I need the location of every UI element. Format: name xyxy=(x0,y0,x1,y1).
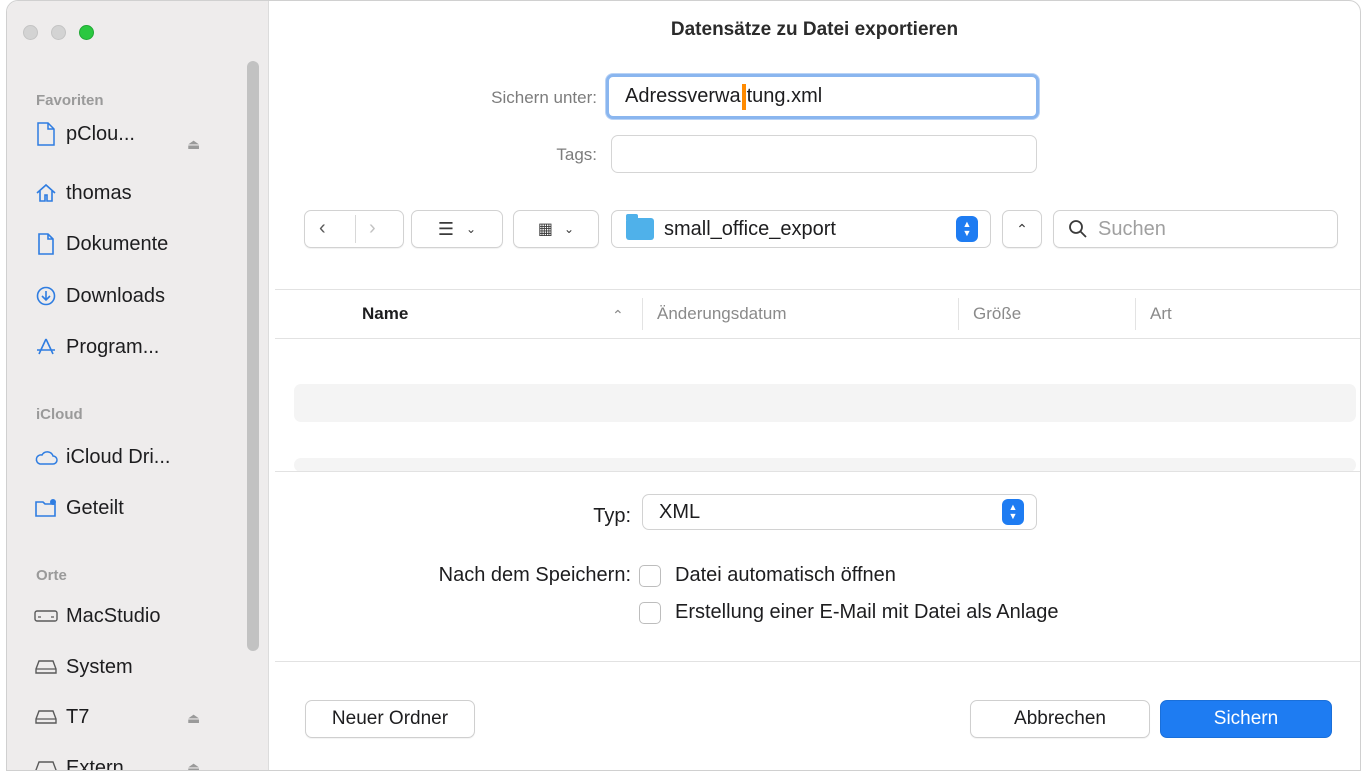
filename-text-start: Adressverwa xyxy=(625,85,741,107)
eject-icon[interactable]: ⏏ xyxy=(187,710,200,727)
tags-label: Tags: xyxy=(556,145,597,164)
sidebar-item-t7[interactable]: T7 xyxy=(34,702,89,732)
sidebar-item-thomas[interactable]: thomas xyxy=(34,178,132,208)
chevron-down-icon: ⌄ xyxy=(466,222,477,236)
sidebar-section-places: Orte xyxy=(36,567,67,584)
email-attachment-checkbox[interactable] xyxy=(639,601,661,624)
sidebar-item-pcloud[interactable]: pClou... xyxy=(34,119,135,149)
list-row-stripe xyxy=(294,458,1356,472)
list-view-icon: ☰ xyxy=(437,218,455,239)
sidebar-item-label: Program... xyxy=(66,335,160,358)
sidebar-item-label: thomas xyxy=(66,181,132,204)
grid-icon: ▦ xyxy=(537,221,553,238)
drive-icon xyxy=(34,756,58,770)
drive-icon xyxy=(34,705,58,729)
tags-input[interactable] xyxy=(611,135,1037,173)
email-attachment-option[interactable]: Erstellung einer E-Mail mit Datei als An… xyxy=(639,601,1059,624)
save-button[interactable]: Sichern xyxy=(1160,700,1332,738)
column-divider xyxy=(1135,298,1136,330)
segment-divider xyxy=(355,215,356,243)
auto-open-label: Datei automatisch öffnen xyxy=(675,564,896,586)
column-divider xyxy=(642,298,643,330)
sidebar: Favoriten pClou... ⏏ thomas Dokumente Do… xyxy=(7,1,269,771)
sidebar-item-programme[interactable]: Program... xyxy=(34,332,159,362)
auto-open-option[interactable]: Datei automatisch öffnen xyxy=(639,564,896,587)
email-attachment-label: Erstellung einer E-Mail mit Datei als An… xyxy=(675,601,1059,623)
chevron-down-icon: ⌄ xyxy=(564,222,575,236)
chevron-up-icon: ⌃ xyxy=(1016,220,1028,237)
text-caret xyxy=(741,83,746,110)
expand-collapse-button[interactable]: ⌃ xyxy=(1002,210,1042,248)
sidebar-item-label: MacStudio xyxy=(66,604,161,627)
group-button[interactable]: ▦ ⌄ xyxy=(513,210,599,248)
drive-icon xyxy=(34,655,58,679)
sidebar-item-geteilt[interactable]: Geteilt xyxy=(34,493,124,523)
forward-icon[interactable]: › xyxy=(369,217,376,240)
shared-folder-icon xyxy=(34,496,58,520)
popup-stepper-icon: ▲ ▼ xyxy=(956,216,978,242)
sidebar-section-icloud: iCloud xyxy=(36,406,83,423)
sidebar-item-label: Dokumente xyxy=(66,232,169,255)
column-kind[interactable]: Art xyxy=(1150,304,1172,324)
location-popup[interactable]: small_office_export ▲ ▼ xyxy=(611,210,991,248)
sidebar-item-dokumente[interactable]: Dokumente xyxy=(34,229,168,259)
sidebar-item-label: Extern... xyxy=(66,756,141,771)
sidebar-item-macstudio[interactable]: MacStudio xyxy=(34,601,161,631)
eject-icon[interactable]: ⏏ xyxy=(187,759,200,770)
sidebar-item-label: Geteilt xyxy=(66,496,124,519)
sidebar-item-system[interactable]: System xyxy=(34,652,133,682)
window-title: Datensätze zu Datei exportieren xyxy=(670,19,959,40)
document-icon xyxy=(34,122,58,146)
view-mode-button[interactable]: ☰ ⌄ xyxy=(411,210,503,248)
after-save-label: Nach dem Speichern: xyxy=(438,564,631,586)
options-divider xyxy=(275,471,1360,472)
cloud-icon xyxy=(34,445,58,469)
document-icon xyxy=(34,232,58,256)
save-as-label: Sichern unter: xyxy=(491,88,597,107)
minimize-window-button[interactable] xyxy=(51,25,66,40)
cancel-button[interactable]: Abbrechen xyxy=(970,700,1150,738)
auto-open-checkbox[interactable] xyxy=(639,564,661,587)
sidebar-item-icloud-drive[interactable]: iCloud Dri... xyxy=(34,442,170,472)
column-modified[interactable]: Änderungsdatum xyxy=(657,304,786,324)
back-icon[interactable]: ‹ xyxy=(319,217,326,240)
sort-ascending-icon: ⌃ xyxy=(612,307,624,323)
sidebar-item-label: Downloads xyxy=(66,284,165,307)
new-folder-button[interactable]: Neuer Ordner xyxy=(305,700,475,738)
apps-icon xyxy=(34,335,58,359)
search-placeholder: Suchen xyxy=(1098,217,1166,240)
column-divider xyxy=(958,298,959,330)
eject-icon[interactable]: ⏏ xyxy=(187,136,200,153)
search-field[interactable]: Suchen xyxy=(1053,210,1338,248)
sidebar-item-extern[interactable]: Extern... xyxy=(34,753,141,771)
computer-icon xyxy=(34,604,58,628)
sidebar-section-favorites: Favoriten xyxy=(36,92,104,109)
save-dialog: Favoriten pClou... ⏏ thomas Dokumente Do… xyxy=(6,0,1361,771)
type-label: Typ: xyxy=(593,505,631,527)
home-icon xyxy=(34,181,58,205)
sidebar-scrollbar[interactable] xyxy=(247,61,259,651)
sidebar-item-label: T7 xyxy=(66,705,90,728)
close-window-button[interactable] xyxy=(23,25,38,40)
sidebar-item-label: iCloud Dri... xyxy=(66,445,171,468)
zoom-window-button[interactable] xyxy=(79,25,94,40)
file-list-header: Name ⌃ Änderungsdatum Größe Art xyxy=(275,289,1360,339)
filename-text-end: tung.xml xyxy=(746,85,823,107)
footer-divider xyxy=(275,661,1360,662)
filename-input[interactable]: Adressverwa tung.xml xyxy=(606,74,1039,119)
list-row-stripe xyxy=(294,384,1356,422)
download-icon xyxy=(34,284,58,308)
column-size[interactable]: Größe xyxy=(973,304,1021,324)
sidebar-item-label: System xyxy=(66,655,133,678)
nav-buttons: ‹ › xyxy=(304,210,404,248)
popup-stepper-icon: ▲ ▼ xyxy=(1002,499,1024,525)
column-name[interactable]: Name xyxy=(362,304,408,324)
folder-icon xyxy=(626,214,654,240)
type-popup[interactable]: XML ▲ ▼ xyxy=(642,494,1037,530)
sidebar-item-label: pClou... xyxy=(66,122,135,145)
search-icon xyxy=(1068,219,1088,239)
location-label: small_office_export xyxy=(664,217,836,240)
type-value: XML xyxy=(659,500,701,523)
sidebar-item-downloads[interactable]: Downloads xyxy=(34,281,165,311)
